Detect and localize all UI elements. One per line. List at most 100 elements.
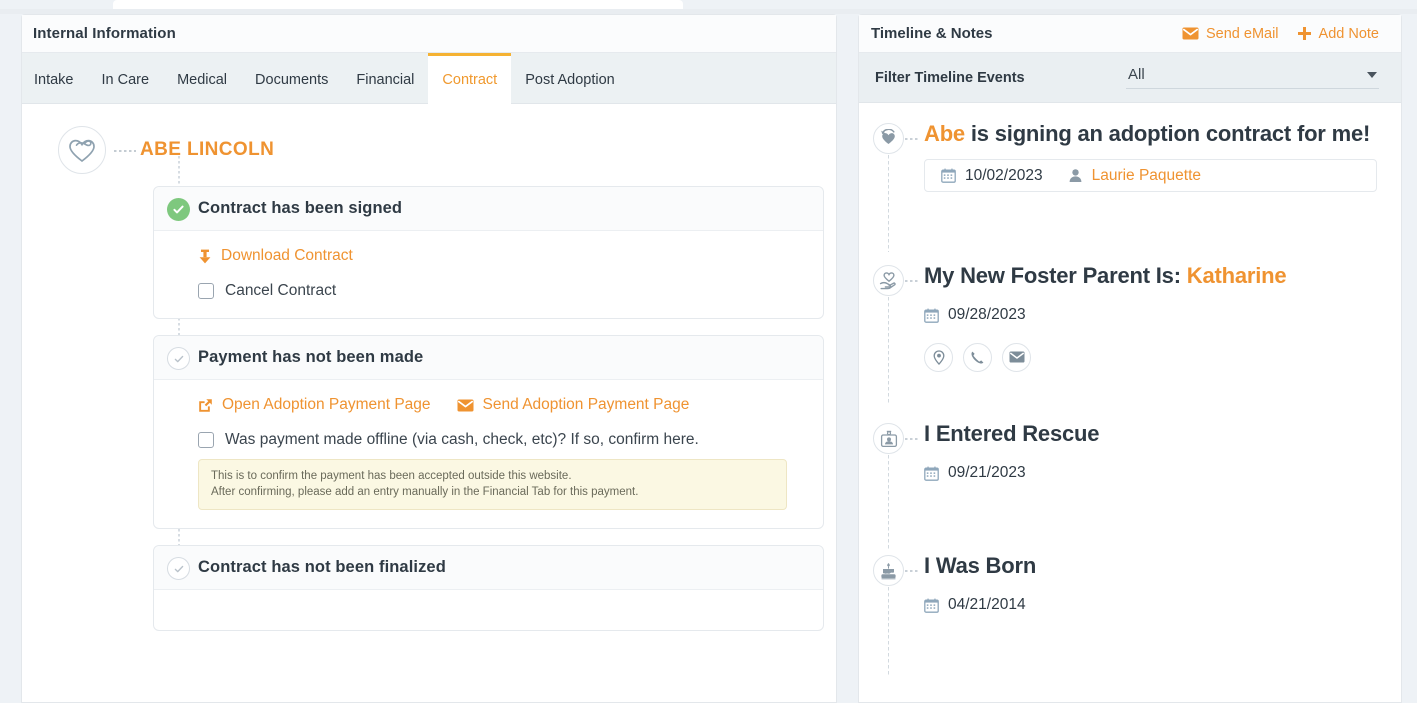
note-line-1: This is to confirm the payment has been … xyxy=(211,470,572,482)
timeline-event-title-prefix: My New Foster Parent Is: xyxy=(924,263,1187,288)
calendar-icon xyxy=(924,598,939,613)
id-badge-icon xyxy=(873,423,904,454)
step-header: Contract has not been finalized xyxy=(154,546,823,591)
timeline-event: Abe is signing an adoption contract for … xyxy=(859,121,1401,252)
timeline-event: I Entered Rescue 09/21/2023 xyxy=(859,421,1401,551)
envelope-icon[interactable] xyxy=(1002,342,1031,372)
heart-infinity-logo-icon xyxy=(67,137,97,163)
tab-label: Documents xyxy=(255,71,329,88)
checkbox-label: Cancel Contract xyxy=(225,282,337,299)
tab-bar: Intake In Care Medical Documents Financi… xyxy=(22,53,836,104)
timeline-dash xyxy=(905,570,919,572)
tab-financial[interactable]: Financial xyxy=(342,53,428,103)
background-tab-remnant xyxy=(113,0,683,9)
contract-steps: Contract has been signed Download Contra… xyxy=(22,156,836,632)
checkbox-label: Was payment made offline (via cash, chec… xyxy=(225,431,699,448)
step-card-contract-signed: Contract has been signed Download Contra… xyxy=(153,186,824,319)
birthday-cake-icon xyxy=(873,555,904,586)
connector-dots xyxy=(114,150,136,152)
send-payment-page-link[interactable]: Send Adoption Payment Page xyxy=(457,396,690,414)
filter-selected-value: All xyxy=(1128,66,1145,83)
contract-tab-content: ABE LINCOLN Contract has been signed Dow… xyxy=(22,104,836,702)
tab-post-adoption[interactable]: Post Adoption xyxy=(511,53,629,103)
timeline-contact-actions xyxy=(924,342,1401,372)
timeline-filter-select[interactable]: All xyxy=(1126,66,1379,89)
tab-intake[interactable]: Intake xyxy=(22,53,88,103)
person-icon xyxy=(1068,168,1083,183)
timeline-event-date: 09/28/2023 xyxy=(948,306,1026,324)
timeline-header-actions: Send eMail Add Note xyxy=(1182,26,1379,42)
timeline-event-date: 10/02/2023 xyxy=(965,166,1043,184)
phone-icon[interactable] xyxy=(963,342,992,372)
step-title: Contract has been signed xyxy=(198,199,403,217)
page-title: Internal Information xyxy=(33,25,176,42)
link-label: Download Contract xyxy=(221,247,353,264)
download-contract-link[interactable]: Download Contract xyxy=(198,247,353,265)
step-body: Download Contract Cancel Contract xyxy=(154,231,823,318)
timeline-rail xyxy=(888,297,889,405)
internal-information-panel: Internal Information Intake In Care Medi… xyxy=(21,14,837,703)
timeline-event-date-wrap: 10/02/2023 xyxy=(941,167,1043,185)
chevron-down-icon xyxy=(1367,71,1377,78)
timeline-event: My New Foster Parent Is: Katharine 09/28… xyxy=(859,263,1401,405)
calendar-icon xyxy=(941,168,956,184)
timeline-event-date: 04/21/2014 xyxy=(948,596,1026,614)
timeline-event-date: 09/21/2023 xyxy=(948,464,1026,482)
timeline-rail xyxy=(888,155,889,252)
timeline-event-title: Abe is signing an adoption contract for … xyxy=(924,121,1401,146)
timeline-filter-bar: Filter Timeline Events All xyxy=(859,53,1401,103)
tab-documents[interactable]: Documents xyxy=(241,53,342,103)
step-body: Open Adoption Payment Page Send Adoption xyxy=(154,380,823,528)
offline-payment-checkbox[interactable] xyxy=(198,432,214,448)
link-label: Open Adoption Payment Page xyxy=(222,396,431,413)
open-payment-page-link[interactable]: Open Adoption Payment Page xyxy=(198,396,431,414)
heart-refresh-icon xyxy=(873,123,904,154)
timeline-dash xyxy=(905,280,919,282)
tab-label: Medical xyxy=(177,71,228,88)
step-card-payment: Payment has not been made Open Adoption … xyxy=(153,335,824,530)
step-title: Contract has not been finalized xyxy=(198,558,446,577)
tab-contract[interactable]: Contract xyxy=(428,53,512,104)
filter-label: Filter Timeline Events xyxy=(875,69,1025,86)
app-window: Internal Information Intake In Care Medi… xyxy=(0,0,1417,703)
check-circle-outline-icon xyxy=(167,347,190,370)
timeline-event-person-wrap: Laurie Paquette xyxy=(1068,167,1201,185)
tab-in-care[interactable]: In Care xyxy=(88,53,164,103)
cancel-contract-checkbox-row[interactable]: Cancel Contract xyxy=(198,282,805,300)
timeline-notes-panel: Timeline & Notes Send eMail Add Note Fil… xyxy=(858,14,1402,703)
avatar[interactable] xyxy=(58,126,106,174)
note-line-2: After confirming, please add an entry ma… xyxy=(211,485,639,498)
download-icon xyxy=(198,249,212,264)
cancel-contract-checkbox[interactable] xyxy=(198,283,214,299)
timeline-event-date-wrap: 04/21/2014 xyxy=(924,596,1026,614)
tab-medical[interactable]: Medical xyxy=(163,53,241,103)
external-link-icon xyxy=(198,398,213,413)
tab-label: Financial xyxy=(356,71,415,88)
location-pin-icon[interactable] xyxy=(924,342,953,372)
timeline-event-title-rest: is signing an adoption contract for me! xyxy=(964,121,1371,146)
step-header: Contract has been signed xyxy=(154,187,823,231)
timeline-dash xyxy=(905,438,919,440)
offline-payment-checkbox-row[interactable]: Was payment made offline (via cash, chec… xyxy=(198,431,805,449)
step-links: Open Adoption Payment Page Send Adoption xyxy=(198,396,805,414)
tab-label: Post Adoption xyxy=(525,71,615,88)
timeline-event-meta: 10/02/2023 Laurie Paquette xyxy=(924,159,1377,193)
timeline-event-title: I Entered Rescue xyxy=(924,421,1100,446)
timeline-event: I Was Born 04/21/2014 xyxy=(859,553,1401,677)
calendar-icon xyxy=(924,308,939,323)
step-card-contract-finalized: Contract has not been finalized xyxy=(153,545,824,632)
step-links: Download Contract xyxy=(198,247,805,265)
check-circle-outline-icon xyxy=(167,557,190,581)
link-label: Send Adoption Payment Page xyxy=(482,396,690,413)
heart-in-hand-icon xyxy=(873,265,904,296)
add-note-button[interactable]: Add Note xyxy=(1297,26,1379,42)
offline-payment-note: This is to confirm the payment has been … xyxy=(198,459,787,511)
pet-name: ABE LINCOLN xyxy=(140,139,275,160)
timeline-dash xyxy=(905,138,919,140)
action-label: Add Note xyxy=(1318,25,1379,42)
timeline-rail xyxy=(888,455,889,551)
step-header: Payment has not been made xyxy=(154,336,823,380)
action-label: Send eMail xyxy=(1205,25,1279,42)
timeline-event-title-highlight: Abe xyxy=(924,121,965,146)
send-email-button[interactable]: Send eMail xyxy=(1182,26,1279,42)
